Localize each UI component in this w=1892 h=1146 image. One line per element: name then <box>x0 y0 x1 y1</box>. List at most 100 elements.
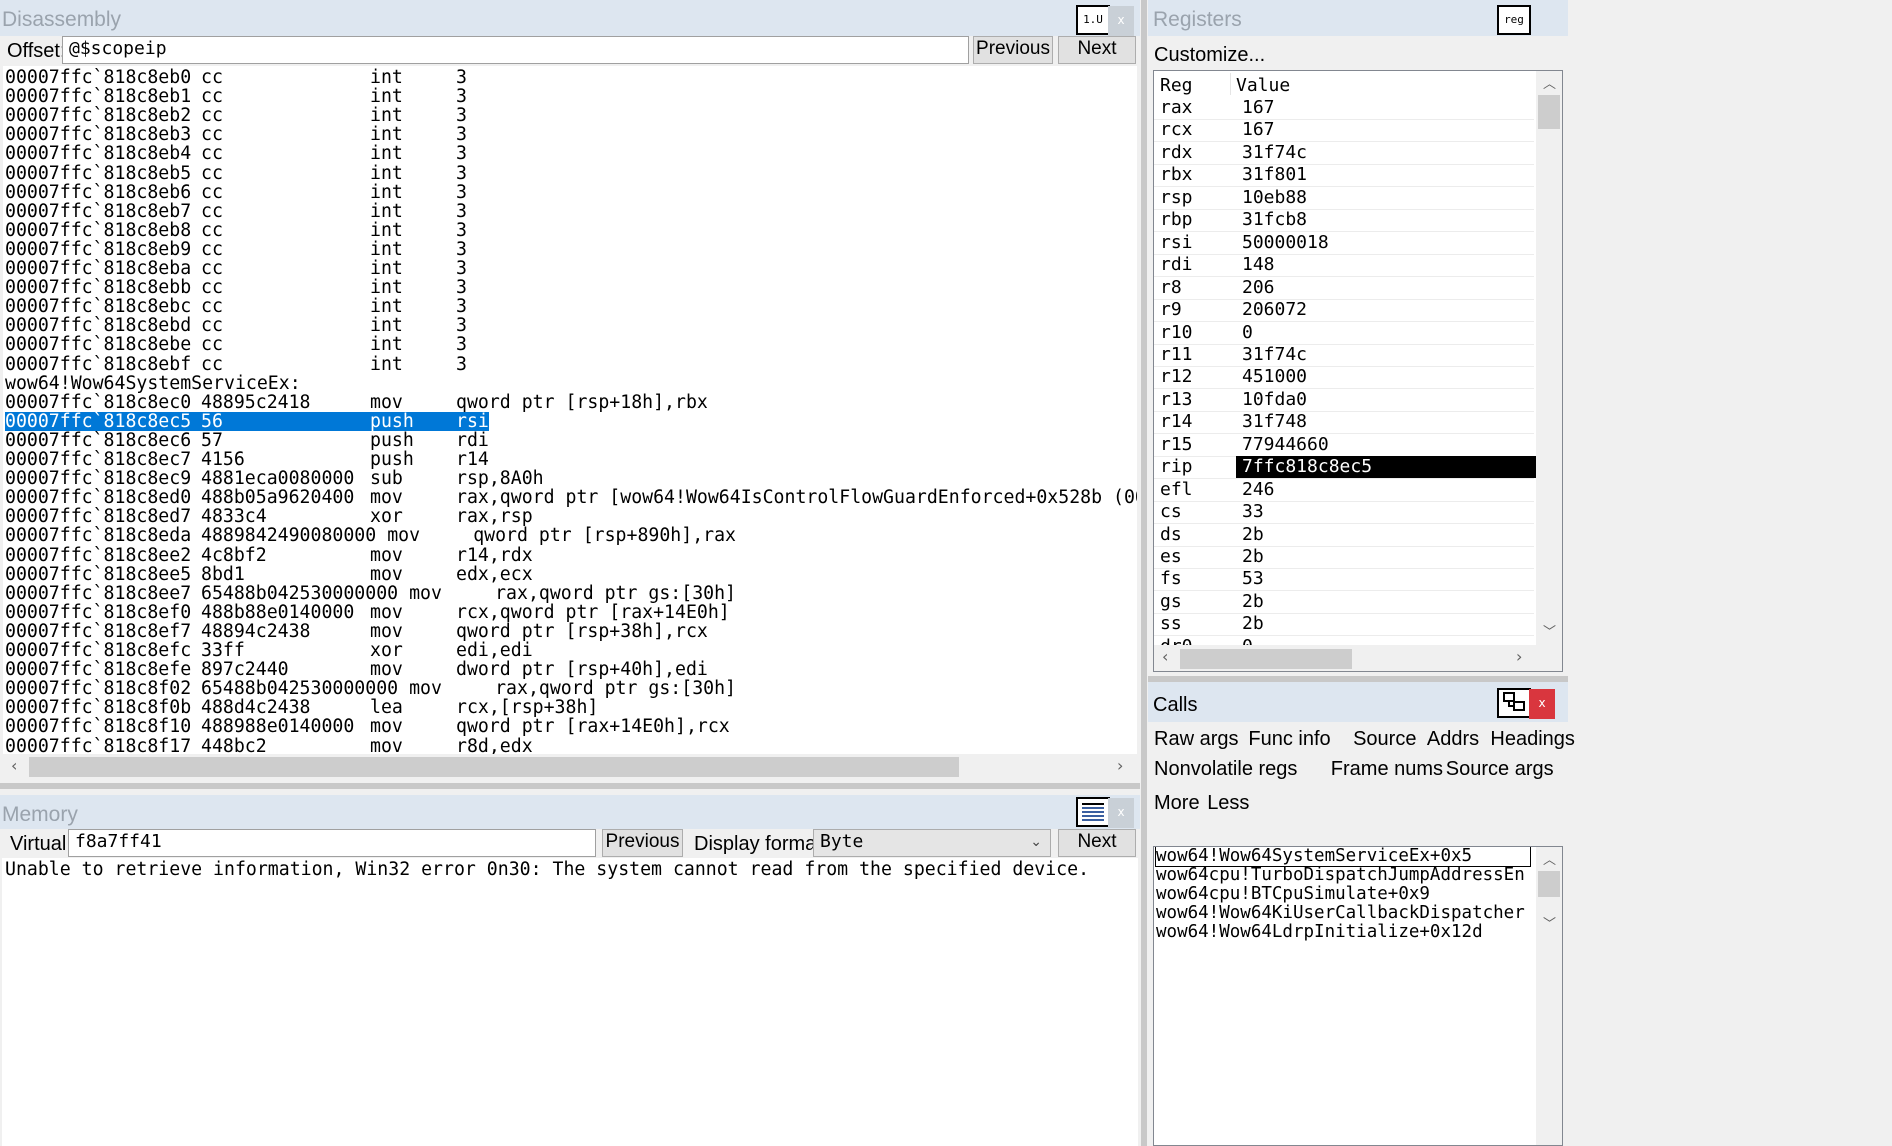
disassembly-line[interactable]: 00007ffc`818c8ee7 65488b042530000000 mov ra… <box>5 584 736 603</box>
register-value[interactable]: 206072 <box>1236 299 1536 321</box>
disassembly-line[interactable]: 00007ffc`818c8eb3 cc int 3 <box>5 125 467 144</box>
register-row[interactable]: r12 451000 <box>1154 366 1536 388</box>
register-value[interactable]: 0 <box>1236 322 1536 344</box>
register-value[interactable]: 33 <box>1236 501 1536 523</box>
registers-hscroll-thumb[interactable] <box>1180 649 1352 669</box>
disassembly-line[interactable]: 00007ffc`818c8f0b 488d4c2438 lea rcx,[rsp+3… <box>5 698 598 717</box>
disassembly-line[interactable]: 00007ffc`818c8ec9 4881eca0080000 sub rsp,8A… <box>5 469 544 488</box>
register-row[interactable]: rsi 50000018 <box>1154 232 1536 254</box>
register-row[interactable]: es 2b <box>1154 546 1536 568</box>
memory-previous-button[interactable]: Previous <box>602 829 683 857</box>
registers-close-icon[interactable] <box>1532 6 1558 36</box>
register-value[interactable]: 2b <box>1236 546 1536 568</box>
disassembly-line[interactable]: 00007ffc`818c8efc 33ff xor edi,edi <box>5 641 533 660</box>
call-frame[interactable]: wow64cpu!BTCpuSimulate+0x9 <box>1156 885 1430 904</box>
register-value[interactable]: 246 <box>1236 479 1536 501</box>
register-value[interactable]: 77944660 <box>1236 434 1536 456</box>
register-row[interactable]: gs 2b <box>1154 591 1536 613</box>
register-value[interactable]: 31f74c <box>1236 344 1536 366</box>
call-frame[interactable]: wow64!Wow64KiUserCallbackDispatcher <box>1156 904 1525 923</box>
virtual-address-input[interactable]: f8a7ff41 <box>68 829 596 857</box>
registers-table[interactable]: Reg Value rax 167 rcx 167 rdx 31f74c rbx 31f801… <box>1153 70 1563 672</box>
register-value[interactable]: 148 <box>1236 254 1536 276</box>
calls-option-func-info[interactable]: Func info <box>1248 728 1330 751</box>
calls-option-source-args[interactable]: Source args <box>1446 758 1554 781</box>
register-row[interactable]: rbp 31fcb8 <box>1154 209 1536 231</box>
register-value[interactable]: 451000 <box>1236 366 1536 388</box>
disassembly-hscroll-thumb[interactable] <box>29 757 959 777</box>
reg-column-header[interactable]: Reg <box>1160 75 1193 96</box>
disassembly-line[interactable]: 00007ffc`818c8ef0 488b88e0140000 mov rcx,qw… <box>5 603 730 622</box>
scroll-down-icon[interactable]: ﹀ <box>1543 913 1556 932</box>
memory-next-button[interactable]: Next <box>1058 829 1136 857</box>
close-icon[interactable]: x <box>1529 689 1555 719</box>
registers-vscroll-thumb[interactable] <box>1538 95 1560 129</box>
call-stack-list[interactable]: wow64!Wow64SystemServiceEx+0x5 wow64cpu!T… <box>1153 846 1563 1146</box>
customize-link[interactable]: Customize... <box>1154 44 1265 67</box>
disassembly-line[interactable]: 00007ffc`818c8f10 488988e0140000 mov qword … <box>5 717 730 736</box>
horizontal-splitter[interactable] <box>0 783 1140 789</box>
registers-vscrollbar[interactable]: ︿ ﹀ <box>1536 71 1562 645</box>
calls-option-raw-args[interactable]: Raw args <box>1154 728 1238 751</box>
registers-hscrollbar[interactable]: ‹ › <box>1154 645 1562 671</box>
disassembly-line[interactable]: 00007ffc`818c8ed0 488b05a9620400 mov rax,qw… <box>5 488 1137 507</box>
register-value[interactable]: 206 <box>1236 277 1536 299</box>
register-row[interactable]: rdi 148 <box>1154 254 1536 276</box>
next-button[interactable]: Next <box>1058 36 1136 64</box>
memory-content[interactable]: Unable to retrieve information, Win32 er… <box>2 858 1138 1146</box>
register-value[interactable]: 2b <box>1236 591 1536 613</box>
register-value[interactable]: 2b <box>1236 613 1536 635</box>
disassembly-line[interactable]: 00007ffc`818c8ed7 4833c4 xor rax,rsp <box>5 507 533 526</box>
register-row[interactable]: r15 77944660 <box>1154 434 1536 456</box>
disassembly-line[interactable]: 00007ffc`818c8eb1 cc int 3 <box>5 87 467 106</box>
display-format-select[interactable]: Byte ⌄ <box>813 829 1051 857</box>
vertical-splitter[interactable] <box>1141 0 1147 1146</box>
disassembly-line[interactable]: 00007ffc`818c8eb4 cc int 3 <box>5 144 467 163</box>
scroll-left-icon[interactable]: ‹ <box>1162 647 1168 666</box>
register-value[interactable]: 0 <box>1236 636 1536 645</box>
register-value[interactable]: 31f74c <box>1236 142 1536 164</box>
register-row[interactable]: rbx 31f801 <box>1154 164 1536 186</box>
register-value[interactable]: 10eb88 <box>1236 187 1536 209</box>
register-row[interactable]: ds 2b <box>1154 524 1536 546</box>
register-row[interactable]: r13 10fda0 <box>1154 389 1536 411</box>
previous-button[interactable]: Previous <box>973 36 1053 64</box>
register-row[interactable]: rax 167 <box>1154 97 1536 119</box>
value-column-header[interactable]: Value <box>1236 75 1290 96</box>
calls-option-more[interactable]: More <box>1154 792 1200 815</box>
register-value[interactable]: 31f801 <box>1236 164 1536 186</box>
scroll-right-icon[interactable]: › <box>1516 647 1522 666</box>
calls-window-icon[interactable] <box>1497 688 1531 718</box>
register-row[interactable]: rdx 31f74c <box>1154 142 1536 164</box>
register-row[interactable]: r10 0 <box>1154 322 1536 344</box>
disassembly-line[interactable]: 00007ffc`818c8ebd cc int 3 <box>5 316 467 335</box>
calls-option-addrs[interactable]: Addrs <box>1427 728 1479 751</box>
disassembly-listing[interactable]: 00007ffc`818c8eb0 cc int 3 00007ffc`818c8eb1… <box>2 65 1138 779</box>
disassembly-line[interactable]: 00007ffc`818c8ef7 48894c2438 mov qword ptr … <box>5 622 708 641</box>
calls-option-source[interactable]: Source <box>1353 728 1416 751</box>
register-row[interactable]: rsp 10eb88 <box>1154 187 1536 209</box>
disassembly-line[interactable]: 00007ffc`818c8eb0 cc int 3 <box>5 68 467 87</box>
disassembly-line[interactable]: 00007ffc`818c8eba cc int 3 <box>5 259 467 278</box>
disassembly-line[interactable]: 00007ffc`818c8f17 448bc2 mov r8d,edx <box>5 737 533 755</box>
disassembly-line[interactable]: 00007ffc`818c8eb6 cc int 3 <box>5 183 467 202</box>
register-row[interactable]: rip 7ffc818c8ec5 <box>1154 456 1536 479</box>
scroll-up-icon[interactable]: ︿ <box>1543 849 1556 868</box>
offset-input[interactable]: @$scopeip <box>62 36 969 64</box>
disassembly-line[interactable]: 00007ffc`818c8ebb cc int 3 <box>5 278 467 297</box>
scroll-up-icon[interactable]: ︿ <box>1543 73 1556 92</box>
scroll-right-icon[interactable]: › <box>1117 756 1123 775</box>
disassembly-line[interactable]: 00007ffc`818c8ebf cc int 3 <box>5 355 467 374</box>
memory-window-icon[interactable] <box>1076 797 1110 827</box>
disassembly-line[interactable]: 00007ffc`818c8ebe cc int 3 <box>5 335 467 354</box>
disassembly-line[interactable]: 00007ffc`818c8ee5 8bd1 mov edx,ecx <box>5 565 533 584</box>
disassembly-line[interactable]: 00007ffc`818c8eb2 cc int 3 <box>5 106 467 125</box>
call-frame[interactable]: wow64!Wow64LdrpInitialize+0x12d <box>1156 923 1483 942</box>
register-value[interactable]: 10fda0 <box>1236 389 1536 411</box>
calls-vscrollbar[interactable]: ︿ ﹀ <box>1536 847 1562 1145</box>
close-icon[interactable]: x <box>1108 798 1134 828</box>
register-value[interactable]: 31fcb8 <box>1236 209 1536 231</box>
disassembly-line[interactable]: 00007ffc`818c8ec6 57 push rdi <box>5 431 489 450</box>
register-row[interactable]: r9 206072 <box>1154 299 1536 321</box>
register-row[interactable]: cs 33 <box>1154 501 1536 523</box>
